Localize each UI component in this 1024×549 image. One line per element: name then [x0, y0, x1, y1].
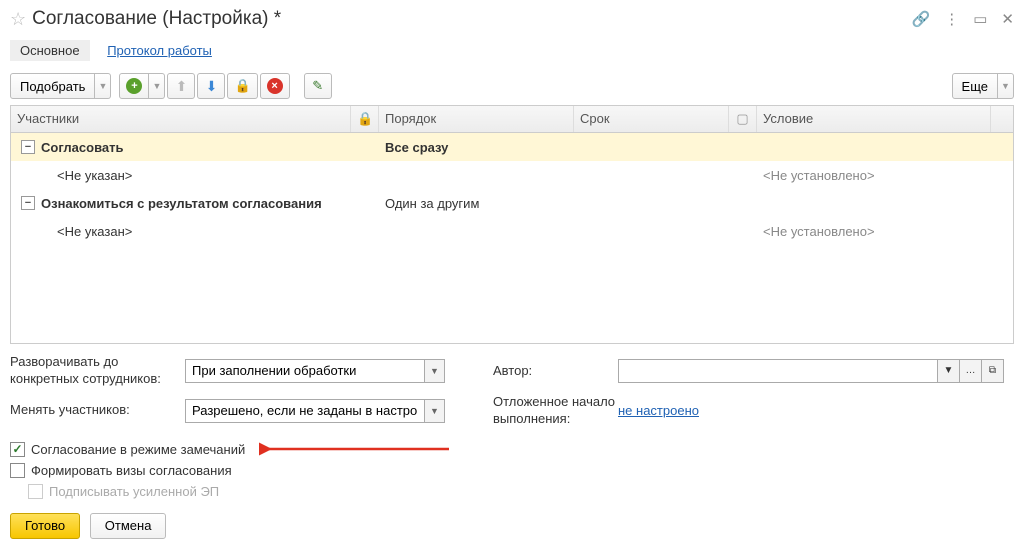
more-button[interactable]: Еще: [952, 73, 998, 99]
table-row[interactable]: −Согласовать Все сразу: [11, 133, 1013, 161]
add-button[interactable]: +: [119, 73, 149, 99]
pick-dropdown[interactable]: ▼: [95, 73, 111, 99]
annotation-arrow-icon: [259, 442, 459, 456]
remarks-mode-checkbox[interactable]: [10, 442, 25, 457]
lock-button[interactable]: 🔒: [227, 73, 257, 99]
change-participants-select[interactable]: [185, 399, 425, 423]
delete-button[interactable]: ×: [260, 73, 290, 99]
favorite-star-icon[interactable]: ☆: [10, 9, 26, 30]
col-timer[interactable]: ▢: [729, 106, 757, 132]
edit-button[interactable]: ✎: [304, 73, 332, 99]
expand-to-dropdown[interactable]: ▼: [425, 359, 445, 383]
kebab-menu-icon[interactable]: ⋮: [944, 10, 959, 28]
col-term[interactable]: Срок: [574, 106, 729, 132]
sign-ep-label: Подписывать усиленной ЭП: [49, 484, 219, 499]
author-label: Автор:: [493, 363, 618, 378]
author-dots-button[interactable]: …: [960, 359, 982, 383]
collapse-icon[interactable]: −: [21, 140, 35, 154]
col-order[interactable]: Порядок: [379, 106, 574, 132]
add-dropdown[interactable]: ▼: [149, 73, 165, 99]
remarks-mode-label: Согласование в режиме замечаний: [31, 442, 245, 457]
table-row[interactable]: −Ознакомиться с результатом согласования…: [11, 189, 1013, 217]
done-button[interactable]: Готово: [10, 513, 80, 539]
change-participants-dropdown[interactable]: ▼: [425, 399, 445, 423]
author-input[interactable]: [618, 359, 938, 383]
col-lock[interactable]: 🔒: [351, 106, 379, 132]
change-participants-label: Менять участников:: [10, 402, 185, 419]
pick-button[interactable]: Подобрать: [10, 73, 95, 99]
cancel-button[interactable]: Отмена: [90, 513, 167, 539]
close-icon[interactable]: ✕: [1001, 10, 1014, 28]
more-dropdown[interactable]: ▼: [998, 73, 1014, 99]
col-condition[interactable]: Условие: [757, 106, 991, 132]
table-row[interactable]: <Не указан> <Не установлено>: [11, 161, 1013, 189]
sign-ep-checkbox: [28, 484, 43, 499]
clipboard-header-icon: ▢: [736, 111, 748, 126]
arrow-down-icon: ⬇: [206, 78, 218, 95]
collapse-icon[interactable]: −: [21, 196, 35, 210]
move-up-button[interactable]: ⬆: [167, 73, 195, 99]
window-title: Согласование (Настройка) *: [32, 8, 911, 30]
lock-header-icon: 🔒: [357, 111, 373, 126]
deferred-start-label: Отложенное начало выполнения:: [493, 394, 618, 428]
window-restore-icon[interactable]: ▭: [973, 10, 987, 28]
arrow-up-icon: ⬆: [176, 78, 188, 95]
author-dropdown[interactable]: ▼: [938, 359, 960, 383]
pencil-icon: ✎: [312, 78, 323, 94]
tab-protocol[interactable]: Протокол работы: [97, 40, 222, 61]
participants-table: Участники 🔒 Порядок Срок ▢ Условие −Согл…: [10, 105, 1014, 344]
deferred-start-link[interactable]: не настроено: [618, 403, 699, 418]
form-visas-label: Формировать визы согласования: [31, 463, 232, 478]
expand-to-label: Разворачивать до конкретных сотрудников:: [10, 354, 185, 388]
col-participants[interactable]: Участники: [11, 106, 351, 132]
table-row[interactable]: <Не указан> <Не установлено>: [11, 217, 1013, 245]
plus-icon: +: [126, 78, 142, 94]
move-down-button[interactable]: ⬇: [197, 73, 225, 99]
link-icon[interactable]: 🔗: [912, 10, 931, 28]
author-open-button[interactable]: ⧉: [982, 359, 1004, 383]
delete-icon: ×: [267, 78, 283, 94]
form-visas-checkbox[interactable]: [10, 463, 25, 478]
expand-to-select[interactable]: [185, 359, 425, 383]
lock-icon: 🔒: [234, 78, 250, 94]
tab-main[interactable]: Основное: [10, 40, 90, 61]
